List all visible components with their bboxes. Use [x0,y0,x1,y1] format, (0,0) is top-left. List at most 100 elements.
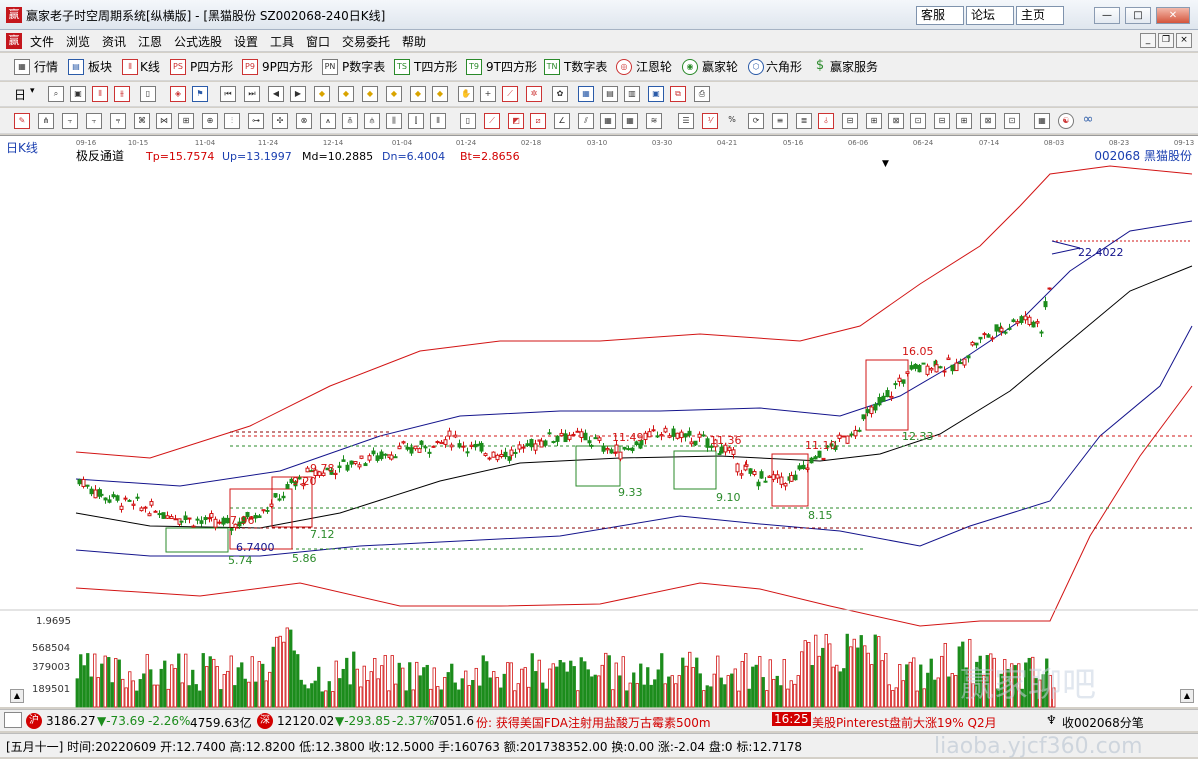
levels-icon[interactable]: ≡ [772,113,788,129]
maximize-button[interactable]: □ [1125,7,1151,24]
doc-icon[interactable]: ▥ [624,86,640,102]
candle-icon[interactable]: ⫵ [114,86,130,102]
trend-icon[interactable]: ⟋ [502,86,518,102]
kline-chart[interactable]: 09-16 10-15 11-04 11-24 12-14 01-04 01-24 02-18… [0,136,1198,708]
ruler2-icon[interactable]: ⊞ [866,113,882,129]
tool-r-icon[interactable]: ⫴ [430,113,446,129]
tool-a-icon[interactable]: ⋔ [38,113,54,129]
ruler8-icon[interactable]: ⊡ [1004,113,1020,129]
box-icon[interactable]: ◩ [508,113,524,129]
9t-icon[interactable]: T9 [466,59,482,75]
hexagon-icon[interactable]: ⬡ [748,59,764,75]
tool-m-icon[interactable]: ⩚ [320,113,336,129]
flag-icon[interactable]: ⚑ [192,86,208,102]
diamond-left-icon[interactable]: ◆ [362,86,378,102]
tool-k-icon[interactable]: ✣ [272,113,288,129]
tool-b-icon[interactable]: ⫟ [62,113,78,129]
period-select[interactable]: 日 [14,86,26,103]
pn-icon[interactable]: PN [322,59,338,75]
p-square-button[interactable]: P四方形 [190,58,233,75]
mdi-close-button[interactable]: × [1176,33,1192,48]
ruler3-icon[interactable]: ⊠ [888,113,904,129]
tool-s-icon[interactable]: ▯ [460,113,476,129]
mdi-minimize-button[interactable]: _ [1140,33,1156,48]
right-icon[interactable]: ▶ [290,86,306,102]
tool-j-icon[interactable]: ⊶ [248,113,264,129]
levels2-icon[interactable]: ≣ [796,113,812,129]
tool-o-icon[interactable]: ⫛ [364,113,380,129]
9t-square-button[interactable]: 9T四方形 [486,58,537,75]
close-button[interactable]: ✕ [1156,7,1190,24]
tool-f-icon[interactable]: ⋈ [156,113,172,129]
calc-icon[interactable]: ▣ [70,86,86,102]
menu-info[interactable]: 资讯 [102,33,126,50]
kline-button[interactable]: K线 [140,58,160,75]
menu-browse[interactable]: 浏览 [66,33,90,50]
left-icon[interactable]: ◀ [268,86,284,102]
blocks-button[interactable]: 板块 [88,58,112,75]
diamond-right-icon[interactable]: ◆ [386,86,402,102]
tool-i-icon[interactable]: ⫶ [224,113,240,129]
menu-trade[interactable]: 交易委托 [342,33,390,50]
menu-app-icon[interactable]: 赢 [6,33,22,49]
tool-l-icon[interactable]: ⊗ [296,113,312,129]
ruler4-icon[interactable]: ⊡ [910,113,926,129]
ruler6-icon[interactable]: ⊞ [956,113,972,129]
ruler7-icon[interactable]: ⊠ [980,113,996,129]
hand-icon[interactable]: ✋ [458,86,474,102]
minimize-button[interactable]: — [1094,7,1120,24]
menu-formula[interactable]: 公式选股 [174,33,222,50]
winner-wheel-button[interactable]: 赢家轮 [702,58,738,75]
diamond-down-icon[interactable]: ◆ [338,86,354,102]
table3-icon[interactable]: ▦ [1034,113,1050,129]
tool-d-icon[interactable]: ⫧ [110,113,126,129]
zoom-icon[interactable]: ⌕ [48,86,64,102]
bars-icon[interactable]: ⫴ [92,86,108,102]
first-icon[interactable]: ⏮ [220,86,236,102]
blocks-icon[interactable]: ▤ [68,59,84,75]
menu-help[interactable]: 帮助 [402,33,426,50]
notes-icon[interactable]: ▤ [602,86,618,102]
forum-link[interactable]: 论坛 [966,6,1014,25]
diamond-out-icon[interactable]: ◆ [432,86,448,102]
dollar-icon[interactable]: $ [812,59,828,75]
tool-e-icon[interactable]: ⌘ [134,113,150,129]
grid-icon[interactable]: ▦ [14,59,30,75]
tn-icon[interactable]: TN [544,59,560,75]
app-icon[interactable]: 赢 [6,7,22,23]
gann-wheel-icon[interactable]: ◎ [616,59,632,75]
winner-service-button[interactable]: 赢家服务 [830,58,878,75]
lines-icon[interactable]: ⫽ [578,113,594,129]
print-icon[interactable]: ⎙ [694,86,710,102]
menu-tools[interactable]: 工具 [270,33,294,50]
candles-icon[interactable]: ⫴ [122,59,138,75]
tool-g-icon[interactable]: ⊞ [178,113,194,129]
home-link[interactable]: 主页 [1016,6,1064,25]
tool-q-icon[interactable]: ⫿ [408,113,424,129]
ps-icon[interactable]: PS [170,59,186,75]
infinity-icon[interactable]: ∞ [1080,113,1096,129]
9p-icon[interactable]: P9 [242,59,258,75]
gann-icon[interactable]: ⫰ [818,113,834,129]
grid-draw-icon[interactable]: ⧄ [530,113,546,129]
chevron-down-icon[interactable]: ▾ [30,86,35,96]
diamond-up-icon[interactable]: ◆ [314,86,330,102]
mdi-restore-button[interactable]: ❐ [1158,33,1174,48]
menu-settings[interactable]: 设置 [234,33,258,50]
calendar-icon[interactable]: ▦ [578,86,594,102]
save-icon[interactable]: ▣ [648,86,664,102]
wave-icon[interactable]: ≋ [646,113,662,129]
t-number-table-button[interactable]: T数字表 [564,58,607,75]
chart-area[interactable]: 09-16 10-15 11-04 11-24 12-14 01-04 01-24 02-18… [0,135,1198,708]
tool-p-icon[interactable]: ⫼ [386,113,402,129]
flower-icon[interactable]: ✿ [552,86,568,102]
kefu-link[interactable]: 客服 [916,6,964,25]
hexagon-button[interactable]: 六角形 [766,58,802,75]
pattern-icon[interactable]: ◈ [170,86,186,102]
tool-h-icon[interactable]: ⊕ [202,113,218,129]
menu-window[interactable]: 窗口 [306,33,330,50]
cycle-icon[interactable]: ⟳ [748,113,764,129]
ruler5-icon[interactable]: ⊟ [934,113,950,129]
export-icon[interactable]: ⧉ [670,86,686,102]
scroll-up-arrow[interactable]: ▲ [10,689,24,703]
